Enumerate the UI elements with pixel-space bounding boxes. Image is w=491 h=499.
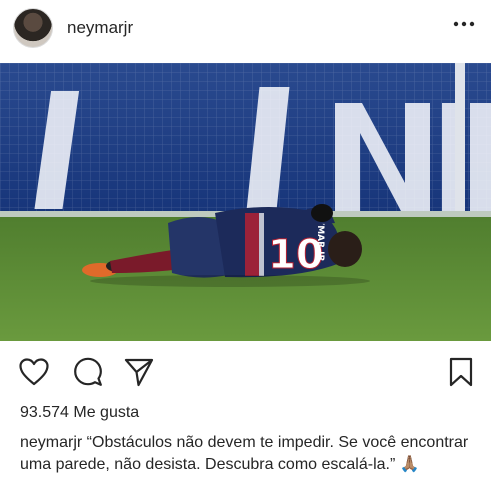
goal-net: [0, 63, 491, 213]
avatar[interactable]: [13, 8, 53, 48]
goal-post: [455, 63, 465, 213]
heart-icon[interactable]: [18, 356, 50, 388]
post-actions: [0, 350, 491, 390]
pray-emoji: 🙏🏽: [399, 456, 420, 473]
more-options-icon[interactable]: [450, 10, 478, 38]
post-caption: neymarjr “Obstáculos não devem te impedi…: [20, 432, 482, 476]
post-header: neymarjr: [0, 0, 491, 58]
post-username[interactable]: neymarjr: [67, 18, 133, 38]
bookmark-icon[interactable]: [445, 356, 477, 388]
paper-plane-icon[interactable]: [123, 356, 155, 388]
comment-bubble-icon[interactable]: [72, 356, 104, 388]
like-count[interactable]: 93.574 Me gusta: [20, 404, 139, 422]
post-photo[interactable]: 10 NEYMAR JR: [0, 63, 491, 341]
caption-username[interactable]: neymarjr: [20, 434, 82, 451]
